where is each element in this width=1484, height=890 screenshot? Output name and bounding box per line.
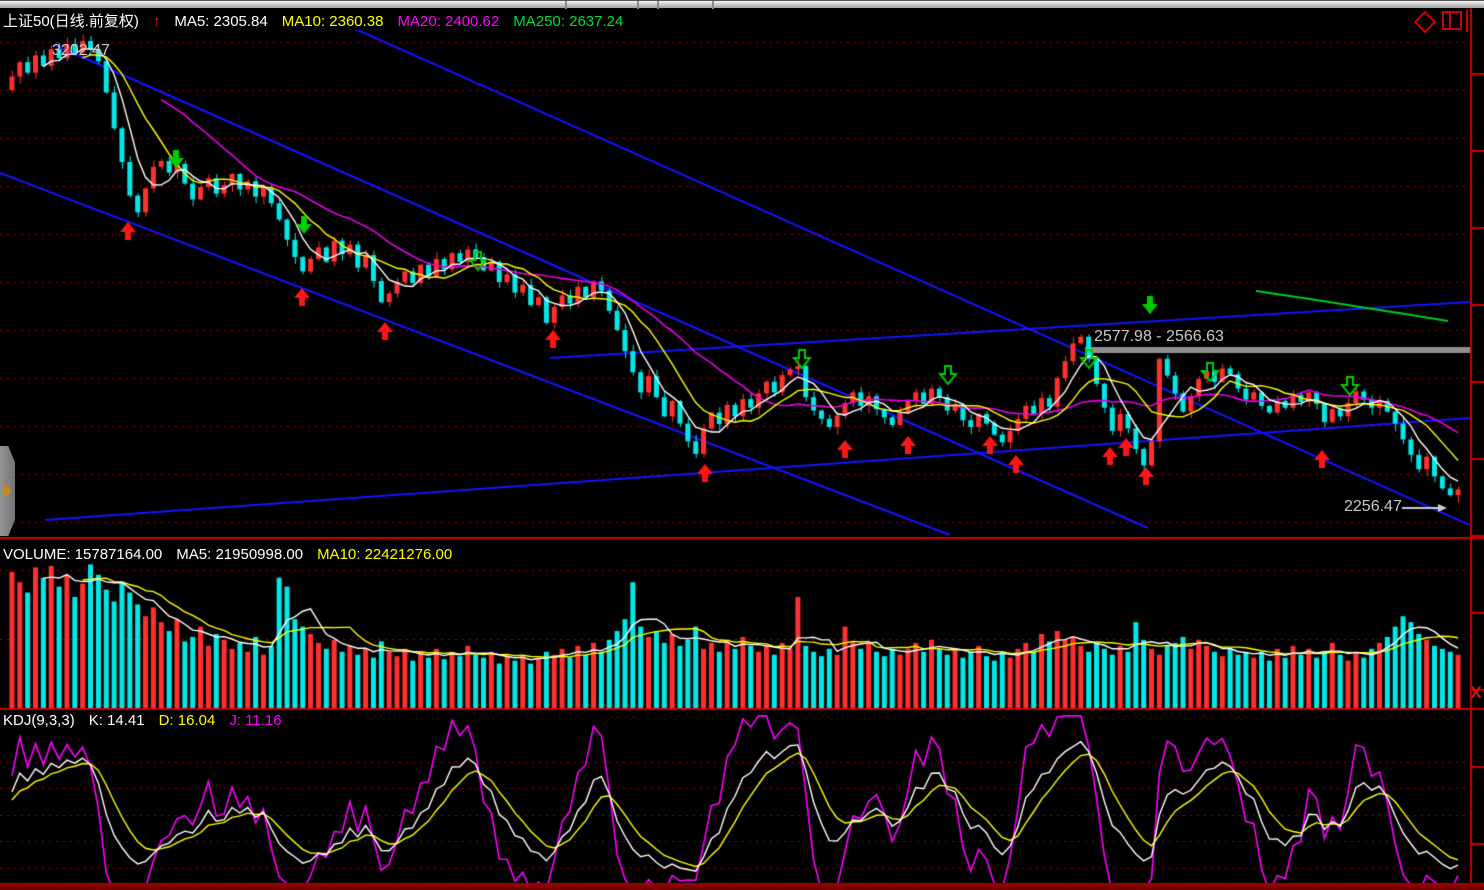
bottom-window-edge [0, 883, 1484, 890]
main-chart-header: 上证50(日线.前复权) ↑ MA5: 2305.84 MA10: 2360.38 MA… [3, 10, 637, 31]
ma10-value[interactable]: MA10: 2360.38 [282, 13, 384, 30]
ma5-value[interactable]: MA5: 2305.84 [174, 13, 267, 30]
diamond-icon[interactable] [1415, 12, 1435, 32]
strip-separator [712, 1, 714, 9]
symbol-title: 上证50(日线.前复权) [3, 13, 139, 30]
gap-range-label: 2577.98 - 2566.63 [1094, 328, 1224, 346]
ma20-value[interactable]: MA20: 2400.62 [398, 13, 500, 30]
kdj-k-value: K: 14.41 [89, 712, 145, 729]
chart-window: 上证50(日线.前复权) ↑ MA5: 2305.84 MA10: 2360.38 MA… [0, 0, 1484, 890]
volume-value[interactable]: VOLUME: 15787164.00 [3, 546, 162, 563]
sidebar-flyout-handle[interactable] [0, 446, 15, 536]
top-window-edge [0, 0, 1484, 8]
low-price-label: 2256.47 [1344, 498, 1402, 516]
window-edge-bar [1466, 10, 1468, 32]
close-pane-icon[interactable]: X [1468, 684, 1484, 702]
kdj-d-value: D: 16.04 [159, 712, 216, 729]
kdj-header: KDJ(9,3,3) K: 14.41 D: 16.04 J: 11.16 [3, 712, 296, 729]
chart-canvas[interactable] [0, 0, 1484, 890]
up-arrow-icon: ↑ [153, 13, 161, 30]
kdj-name[interactable]: KDJ(9,3,3) [3, 712, 75, 729]
strip-separator [657, 1, 659, 9]
volume-ma10-value[interactable]: MA10: 22421276.00 [317, 546, 452, 563]
strip-separator [637, 1, 639, 9]
expand-arrow-icon [3, 483, 12, 499]
split-window-icon[interactable] [1442, 11, 1462, 30]
volume-ma5-value[interactable]: MA5: 21950998.00 [176, 546, 303, 563]
ma250-value[interactable]: MA250: 2637.24 [513, 13, 623, 30]
high-price-label: 3202.47 [52, 42, 110, 60]
volume-header: VOLUME: 15787164.00 MA5: 21950998.00 MA10:… [3, 546, 466, 563]
strip-separator [565, 1, 567, 9]
kdj-j-value: J: 11.16 [229, 712, 281, 729]
